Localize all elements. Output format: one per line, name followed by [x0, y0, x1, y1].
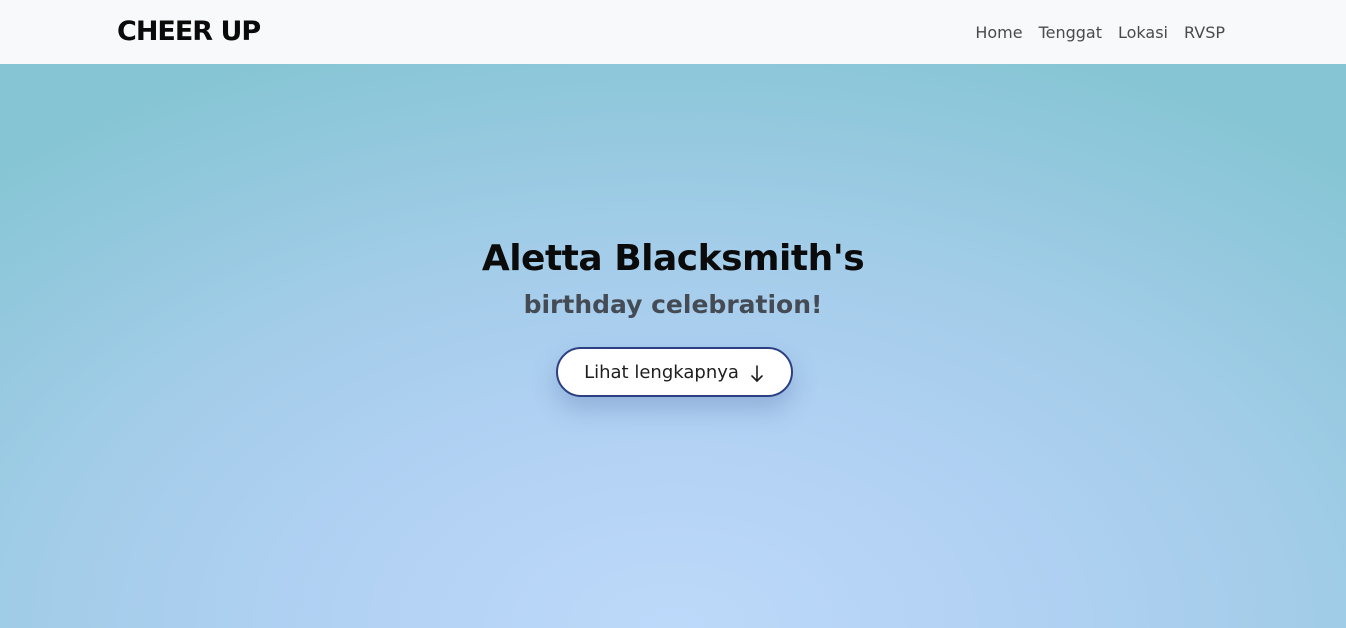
nav-link-home[interactable]: Home — [975, 23, 1022, 42]
nav-link-lokasi[interactable]: Lokasi — [1118, 23, 1168, 42]
hero-title: Aletta Blacksmith's — [481, 238, 865, 279]
nav-item-rvsp: RVSP — [1184, 23, 1225, 42]
nav-link-rvsp[interactable]: RVSP — [1184, 23, 1225, 42]
hero-section: Aletta Blacksmith's birthday celebration… — [0, 64, 1346, 628]
nav-item-home: Home — [975, 23, 1022, 42]
arrow-down-icon — [749, 363, 765, 385]
nav-links: Home Tenggat Lokasi RVSP — [975, 0, 1225, 64]
navbar: CHEER UP Home Tenggat Lokasi RVSP — [0, 0, 1346, 64]
see-more-button[interactable]: Lihat lengkapnya — [556, 347, 793, 397]
hero-subtitle: birthday celebration! — [523, 290, 823, 319]
see-more-button-label: Lihat lengkapnya — [584, 361, 739, 383]
nav-item-lokasi: Lokasi — [1118, 23, 1168, 42]
nav-item-tenggat: Tenggat — [1039, 23, 1102, 42]
nav-link-tenggat[interactable]: Tenggat — [1039, 23, 1102, 42]
brand-logo[interactable]: CHEER UP — [117, 14, 261, 50]
